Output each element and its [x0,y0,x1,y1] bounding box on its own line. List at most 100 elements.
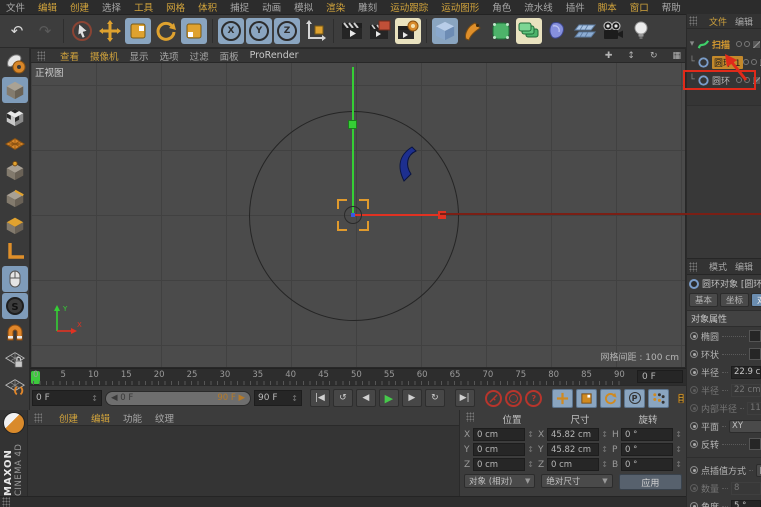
spinner-icon[interactable]: ↕ [527,445,534,454]
view-label[interactable]: 正视图 [35,65,64,79]
lock-z-axis-button[interactable]: Z [274,18,300,44]
mat-menu-function[interactable]: 功能 [123,411,142,425]
vp-menu-panel[interactable]: 面板 [220,49,239,63]
radius-field[interactable]: 22.9 cm [731,365,761,379]
points-mode-button[interactable] [2,158,28,184]
editor-visibility-dot[interactable] [736,41,742,47]
y-axis-handle[interactable] [348,120,357,129]
menu-mograph[interactable]: 运动图形 [441,0,479,14]
object-properties-header[interactable]: 对象属性 [687,310,761,327]
vp-menu-view[interactable]: 查看 [60,49,79,63]
panel-drag-handle[interactable] [37,50,45,61]
render-visibility-dot[interactable] [744,41,750,47]
spinner-icon[interactable]: ↕ [601,445,608,454]
menu-script[interactable]: 脚本 [598,0,617,14]
zoom-view-icon[interactable]: ↕ [627,51,635,61]
rotate-tool[interactable] [153,18,179,44]
spinner-icon[interactable]: ↕ [601,430,608,439]
panel-drag-handle[interactable] [34,412,42,423]
previous-key-button[interactable]: ↺ [332,389,353,407]
vp-menu-filter[interactable]: 过滤 [190,49,209,63]
render-to-picture-viewer-button[interactable] [367,18,393,44]
spinner-icon[interactable]: ↕ [527,460,534,469]
menu-pipeline[interactable]: 流水线 [524,0,553,14]
deformers-button[interactable] [544,18,570,44]
toggle-views-icon[interactable]: ▦ [672,51,681,61]
pan-view-icon[interactable]: ✚ [605,51,613,61]
generators-button[interactable] [516,18,542,44]
menu-mesh[interactable]: 网格 [166,0,185,14]
spinner-icon[interactable]: ↕ [675,445,682,454]
record-pla-toggle[interactable] [648,388,670,408]
workplane-mode-button[interactable] [2,374,28,400]
am-menu-mode[interactable]: 模式 [709,260,727,273]
lock-workplane-button[interactable] [2,347,28,373]
position-y-field[interactable]: 0 cm [473,443,526,456]
tab-coordinates[interactable]: 坐标 [720,293,750,307]
menu-edit[interactable]: 编辑 [38,0,57,14]
spinner-icon[interactable]: ↕ [601,460,608,469]
snap-magnet-button[interactable] [2,320,28,346]
coordinate-mode-dropdown[interactable]: 对象 (相对) ▼ [464,474,536,488]
animation-dot-icon[interactable] [690,350,698,358]
vp-menu-options[interactable]: 选项 [160,49,179,63]
vp-menu-prorender[interactable]: ProRender [250,50,299,61]
menu-animate[interactable]: 动画 [262,0,281,14]
menu-motion-tracker[interactable]: 运动跟踪 [390,0,428,14]
primitive-cube-button[interactable] [432,18,458,44]
material-list-area[interactable] [28,426,459,496]
keyframe-selection-button[interactable]: ? [525,389,543,407]
camera-button[interactable] [600,18,626,44]
environment-floor-button[interactable] [572,18,598,44]
menu-volume[interactable]: 体积 [198,0,217,14]
record-parameter-toggle[interactable]: P [624,388,646,408]
undo-button[interactable]: ↶ [4,18,30,44]
tab-basic[interactable]: 基本 [689,293,719,307]
animation-dot-icon[interactable] [690,368,698,376]
scale-tool[interactable] [125,18,151,44]
reverse-checkbox[interactable] [749,438,761,450]
model-mode-button[interactable] [2,104,28,130]
spinner-icon[interactable]: ↕ [291,394,298,403]
menu-simulate[interactable]: 模拟 [294,0,313,14]
animation-dot-icon[interactable] [690,440,698,448]
menu-create[interactable]: 创建 [70,0,89,14]
expand-icon[interactable]: ▾ [687,39,697,49]
timeline-ruler[interactable]: 0 5 10 15 20 25 30 35 40 45 50 55 60 65 … [30,368,686,385]
record-scale-toggle[interactable] [576,388,598,408]
menu-character[interactable]: 角色 [492,0,511,14]
position-x-field[interactable]: 0 cm [473,428,526,441]
position-z-field[interactable]: 0 cm [473,458,526,471]
rotation-p-field[interactable]: 0 ° [621,443,674,456]
spinner-icon[interactable]: ↕ [675,430,682,439]
object-manager-empty-area[interactable] [687,105,761,258]
om-menu-file[interactable]: 文件 [709,15,727,28]
render-settings-button[interactable] [395,18,421,44]
spinner-icon[interactable]: ↕ [675,460,682,469]
move-tool[interactable] [97,18,123,44]
size-z-field[interactable]: 0 cm [547,458,600,471]
redo-button[interactable]: ↷ [32,18,58,44]
panel-drag-handle[interactable] [466,412,474,422]
menu-render[interactable]: 渲染 [326,0,345,14]
next-frame-button[interactable]: ▶ [401,389,422,407]
vp-menu-camera[interactable]: 摄像机 [90,49,119,63]
filmstrip-icon[interactable] [678,389,684,408]
texture-mode-button[interactable] [2,131,28,157]
panel-drag-handle[interactable] [2,497,10,507]
menu-file[interactable]: 文件 [6,0,25,14]
interpolation-dropdown[interactable]: 自动 [756,463,761,477]
angle-field[interactable]: 5 ° [731,499,761,507]
lock-x-axis-button[interactable]: X [218,18,244,44]
mat-menu-texture[interactable]: 纹理 [155,411,174,425]
frame-range-fill[interactable]: ◀ 0 F 90 F ▶ [106,391,250,405]
rotation-b-field[interactable]: 0 ° [621,458,674,471]
menu-tools[interactable]: 工具 [134,0,153,14]
viewport-solo-button[interactable] [1,266,28,292]
mat-menu-edit[interactable]: 编辑 [91,411,110,425]
play-button[interactable]: ▶ [378,389,399,407]
ellipse-checkbox[interactable] [749,330,761,342]
goto-end-button[interactable]: ▶| [454,389,475,407]
make-editable-button[interactable] [1,77,28,103]
start-frame-field[interactable]: 0 F ↕ [32,390,102,406]
